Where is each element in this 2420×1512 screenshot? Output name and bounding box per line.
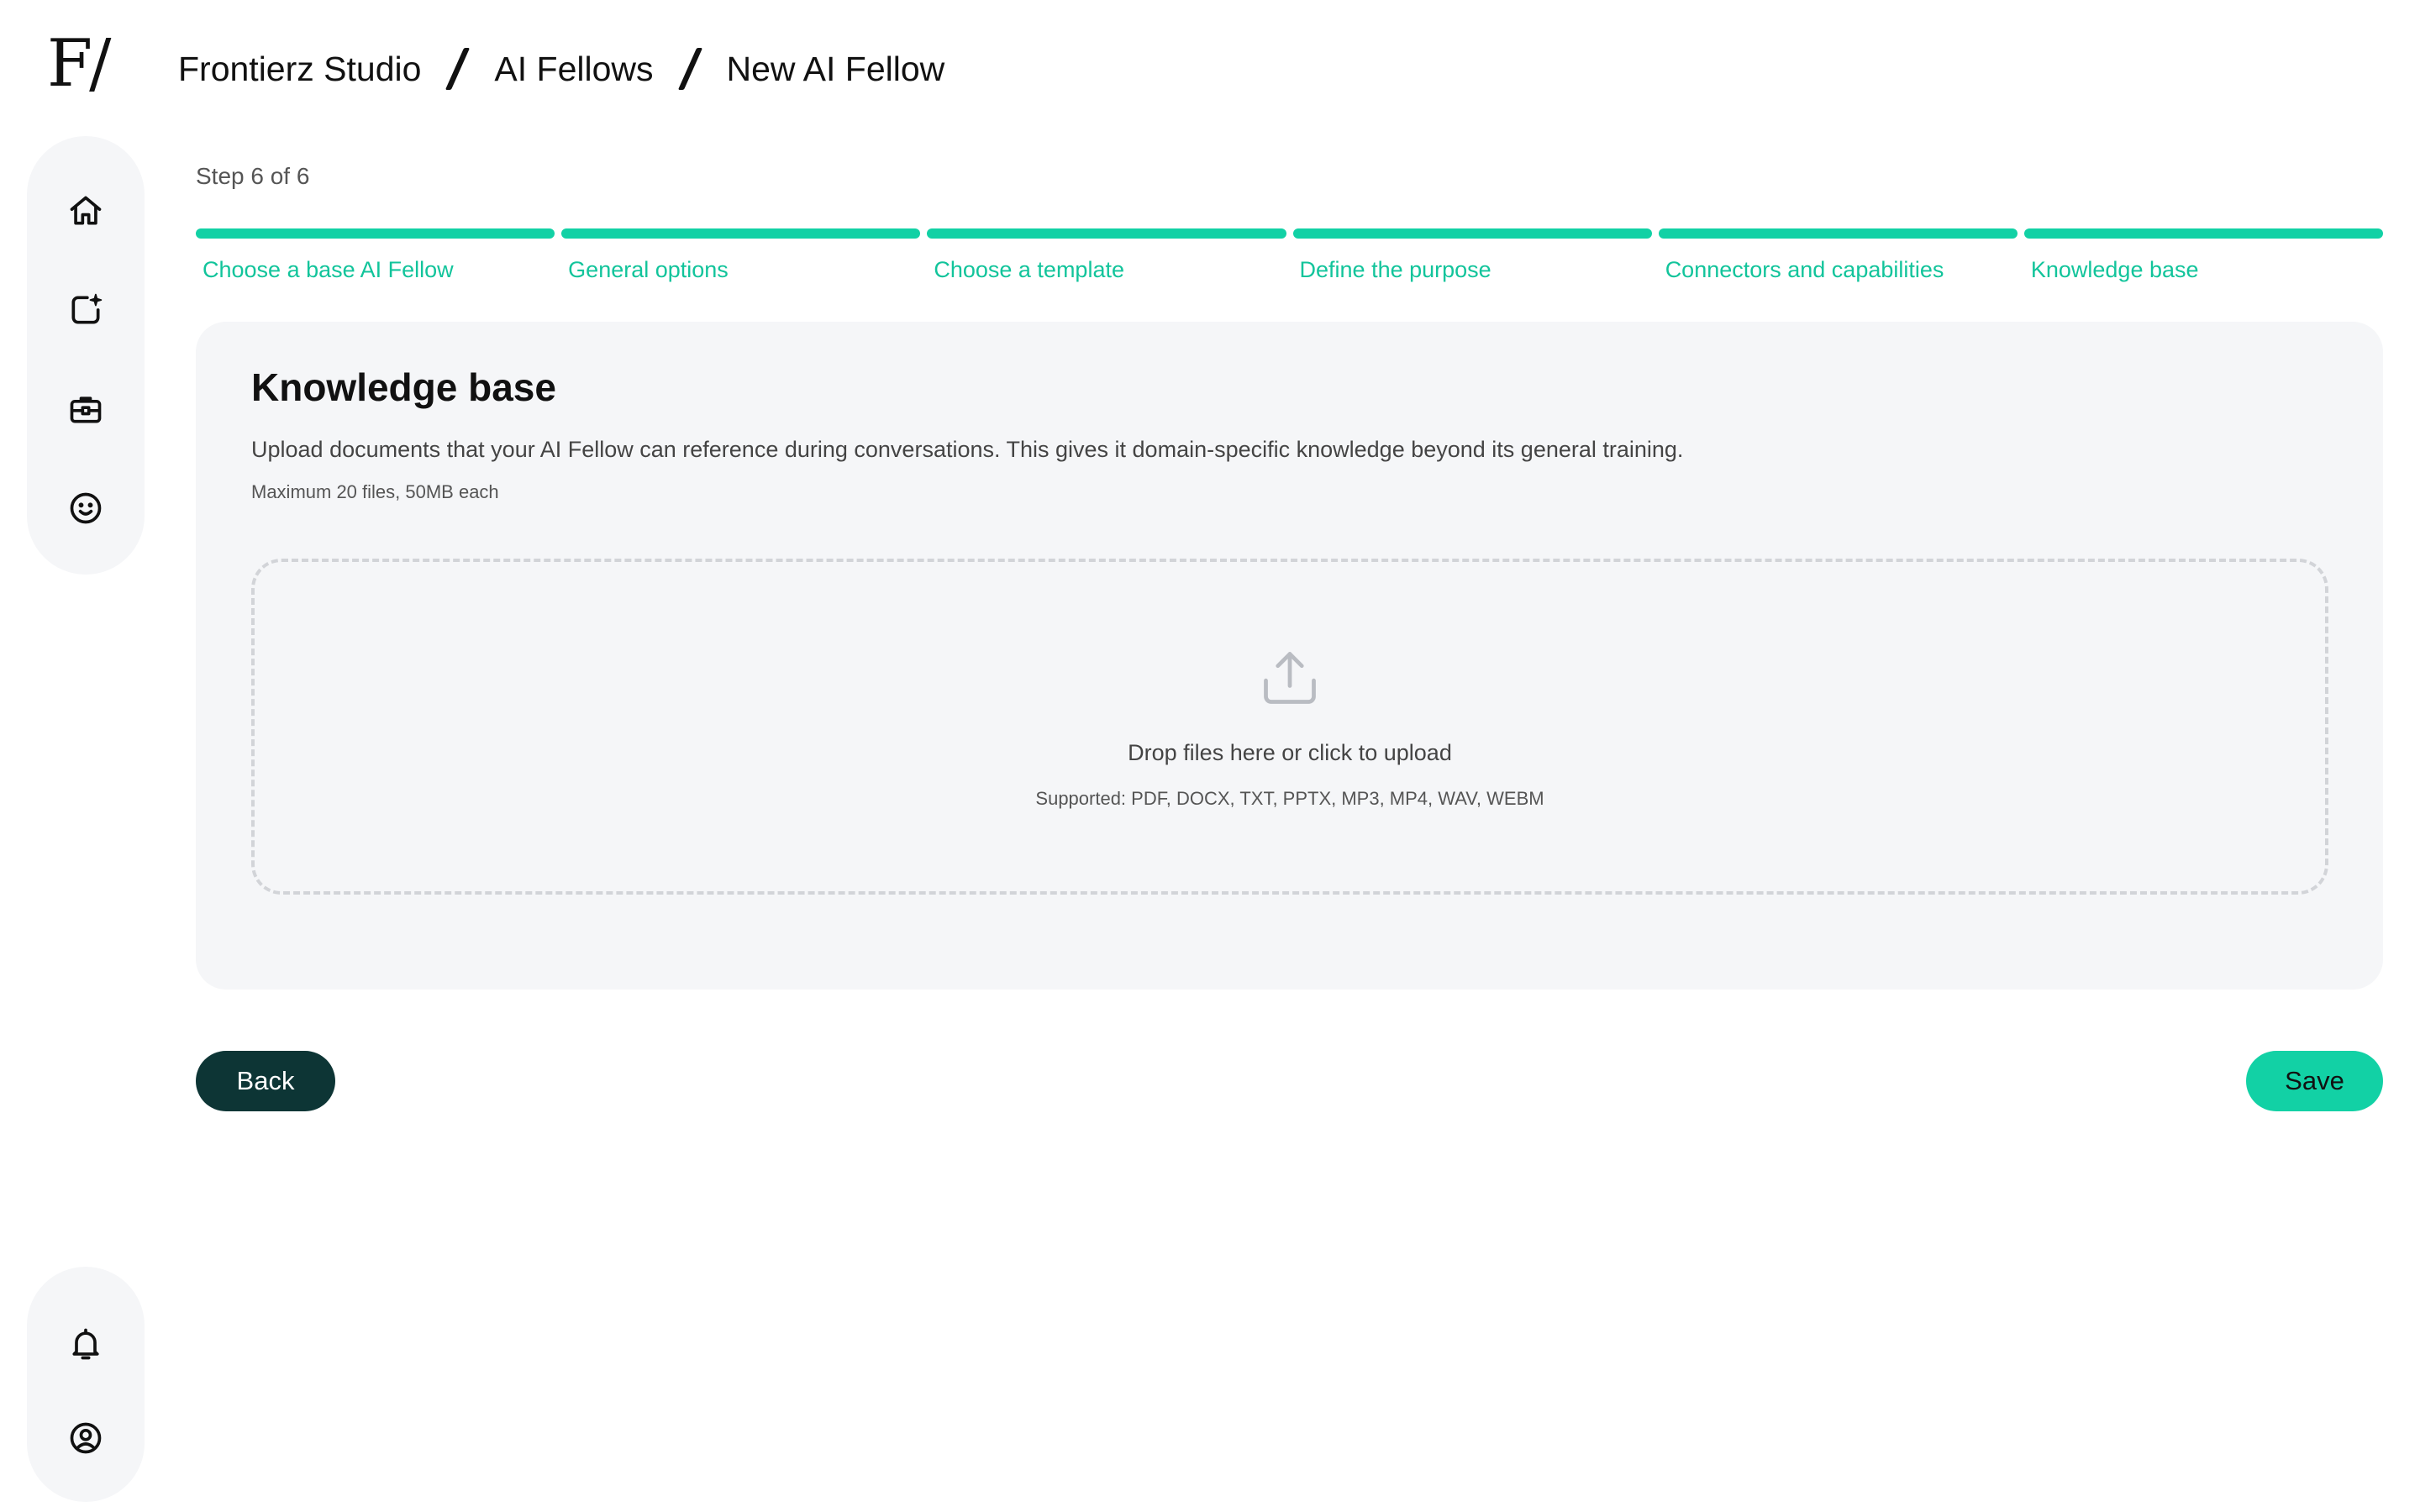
sidebar-main-nav	[27, 136, 145, 575]
bell-icon	[72, 1328, 99, 1360]
upload-icon	[1264, 652, 1316, 704]
breadcrumb-new-ai-fellow: New AI Fellow	[726, 49, 945, 88]
save-button[interactable]: Save	[2246, 1051, 2383, 1111]
step-label: Choose a base AI Fellow	[203, 257, 454, 282]
sidebar-item-create[interactable]	[52, 277, 119, 343]
wizard-step-base[interactable]: Choose a base AI Fellow	[196, 228, 555, 283]
wizard-header: Step 6 of 6 Choose a base AI Fellow Gene…	[196, 160, 2384, 283]
section-title: Knowledge base	[251, 365, 556, 409]
step-label: Choose a template	[934, 257, 1124, 282]
knowledge-base-card: Knowledge base Upload documents that you…	[196, 322, 2383, 990]
user-circle-icon	[70, 1422, 102, 1454]
breadcrumb-separator	[445, 48, 471, 90]
step-progress-bar	[1658, 228, 2018, 239]
step-counter: Step 6 of 6	[196, 163, 310, 189]
wizard-step-template[interactable]: Choose a template	[927, 228, 1286, 283]
back-button[interactable]: Back	[196, 1051, 335, 1111]
section-description: Upload documents that your AI Fellow can…	[251, 437, 1684, 462]
breadcrumb-studio[interactable]: Frontierz Studio	[178, 50, 421, 89]
supported-formats: Supported: PDF, DOCX, TXT, PPTX, MP3, MP…	[1035, 788, 1544, 809]
wizard-step-connectors[interactable]: Connectors and capabilities	[1658, 228, 2018, 283]
dropzone-instruction: Drop files here or click to upload	[1128, 740, 1452, 765]
sparkle-tab-icon	[71, 293, 103, 324]
step-label: Define the purpose	[1299, 257, 1491, 282]
breadcrumb: Frontierz Studio AI Fellows New AI Fello…	[178, 48, 944, 90]
step-label: General options	[568, 257, 729, 282]
step-progress-bar	[927, 228, 1286, 239]
brand-logo[interactable]: F/	[47, 31, 128, 97]
smiley-icon	[70, 492, 102, 524]
top-bar: F/ Frontierz Studio AI Fellows New AI Fe…	[47, 27, 944, 111]
wizard-step-general[interactable]: General options	[561, 228, 921, 283]
briefcase-icon	[70, 396, 102, 423]
step-label: Knowledge base	[2030, 257, 2199, 282]
file-dropzone[interactable]: Drop files here or click to upload Suppo…	[251, 559, 2328, 895]
sidebar-item-profile[interactable]	[52, 1408, 119, 1468]
sidebar-item-home[interactable]	[52, 178, 119, 244]
wizard-step-knowledge[interactable]: Knowledge base	[2023, 228, 2384, 283]
step-progress-bar	[2023, 228, 2384, 239]
sidebar-user-nav	[27, 1267, 145, 1502]
sidebar-item-notifications[interactable]	[52, 1314, 119, 1374]
wizard-steps: Choose a base AI Fellow General options …	[196, 228, 2384, 283]
sidebar-item-fellows[interactable]	[52, 475, 119, 541]
breadcrumb-separator	[677, 48, 702, 90]
wizard-step-purpose[interactable]: Define the purpose	[1292, 228, 1652, 283]
breadcrumb-ai-fellows[interactable]: AI Fellows	[494, 50, 653, 89]
upload-limit-note: Maximum 20 files, 50MB each	[251, 481, 499, 502]
step-progress-bar	[561, 228, 921, 239]
step-label: Connectors and capabilities	[1665, 257, 1944, 282]
sidebar-item-workspace[interactable]	[52, 376, 119, 442]
step-progress-bar	[196, 228, 555, 239]
home-icon	[70, 196, 102, 225]
step-progress-bar	[1292, 228, 1652, 239]
